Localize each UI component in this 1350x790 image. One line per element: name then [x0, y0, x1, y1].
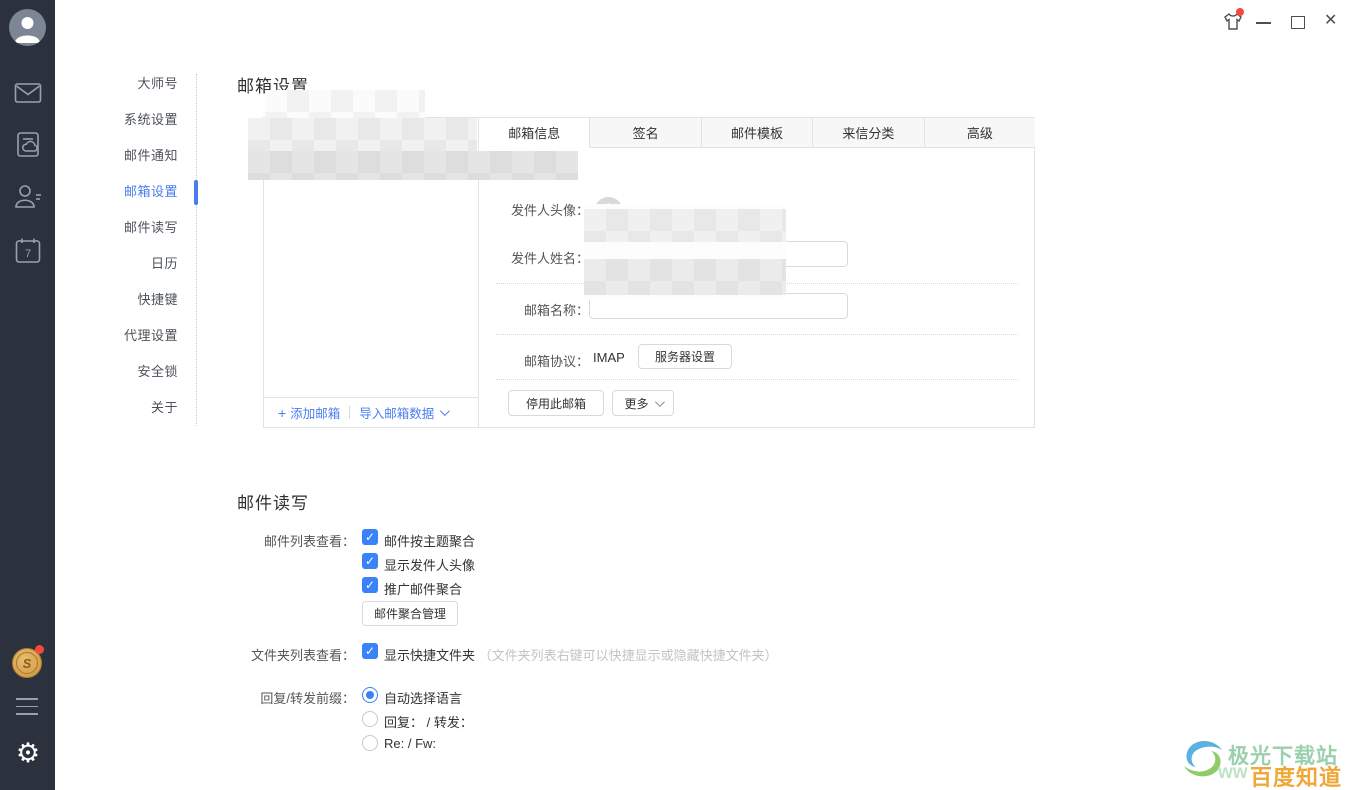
protocol-value: IMAP	[593, 350, 625, 365]
sender-name-label: 发件人姓名：	[479, 248, 589, 267]
prefix-label: 回复/转发前缀：	[237, 688, 355, 707]
nav-active-indicator	[194, 180, 198, 205]
list-view-label: 邮件列表查看：	[237, 531, 355, 550]
tab-signature[interactable]: 签名	[590, 118, 701, 148]
tab-mail-template[interactable]: 邮件模板	[702, 118, 813, 148]
radio-chinese-prefix[interactable]	[362, 711, 378, 727]
nav-item-shortcuts[interactable]: 快捷键	[55, 282, 196, 318]
checkbox-thread-aggregate[interactable]: ✓	[362, 529, 378, 545]
chevron-down-icon	[440, 406, 450, 416]
watermark-overlay-name: 百度知道	[1250, 760, 1342, 790]
nav-item-mail-notifications[interactable]: 邮件通知	[55, 138, 196, 174]
mail-icon[interactable]	[0, 82, 55, 104]
checkbox-label[interactable]: 邮件按主题聚合	[384, 531, 475, 550]
checkbox-quick-folders[interactable]: ✓	[362, 643, 378, 659]
chevron-down-icon	[654, 397, 664, 407]
server-settings-button[interactable]: 服务器设置	[638, 344, 732, 369]
folder-view-label: 文件夹列表查看：	[237, 645, 355, 664]
menu-icon[interactable]	[16, 698, 38, 721]
nav-item-master-account[interactable]: 大师号	[55, 66, 196, 102]
notes-cloud-icon[interactable]	[0, 131, 55, 159]
protocol-label: 邮箱协议：	[479, 351, 589, 370]
nav-item-proxy-settings[interactable]: 代理设置	[55, 318, 196, 354]
quick-folders-label[interactable]: 显示快捷文件夹	[384, 648, 475, 663]
radio-label[interactable]: 自动选择语言	[384, 688, 462, 707]
nav-item-system-settings[interactable]: 系统设置	[55, 102, 196, 138]
minimize-button[interactable]	[1256, 22, 1271, 24]
person-icon	[9, 9, 46, 46]
more-button[interactable]: 更多	[612, 390, 674, 416]
coin-notification-dot	[35, 645, 44, 654]
tab-incoming-classification[interactable]: 来信分类	[813, 118, 924, 148]
nav-divider	[196, 74, 197, 426]
add-mailbox-button[interactable]: + 添加邮箱	[278, 403, 340, 422]
plus-icon: +	[278, 405, 286, 421]
mailbox-tabs: 邮箱信息 签名 邮件模板 来信分类 高级	[479, 118, 1035, 148]
blurred-account-email	[248, 151, 578, 180]
checkbox-label[interactable]: 推广邮件聚合	[384, 579, 462, 598]
blurred-mailbox-name	[584, 259, 786, 295]
radio-label[interactable]: 回复： / 转发：	[384, 712, 473, 731]
blurred-account-row	[248, 118, 477, 151]
radio-label[interactable]: Re: / Fw:	[384, 736, 436, 751]
blurred-account-name	[265, 90, 425, 118]
row-divider	[496, 379, 1018, 380]
svg-text:7: 7	[24, 248, 30, 260]
settings-nav: 大师号 系统设置 邮件通知 邮箱设置 邮件读写 日历 快捷键 代理设置 安全锁 …	[55, 66, 196, 426]
readwrite-section-title: 邮件读写	[237, 489, 309, 514]
checkbox-label-with-hint: 显示快捷文件夹 （文件夹列表右键可以快捷显示或隐藏快捷文件夹）	[384, 645, 778, 664]
nav-item-mailbox-settings[interactable]: 邮箱设置	[55, 174, 196, 210]
close-button[interactable]: ✕	[1324, 13, 1337, 29]
theme-notification-dot	[1236, 8, 1244, 16]
sender-avatar-label: 发件人头像：	[479, 200, 589, 219]
radio-auto-language[interactable]	[362, 687, 378, 703]
maximize-button[interactable]	[1291, 16, 1305, 29]
footer-divider	[349, 406, 350, 419]
row-divider	[496, 334, 1018, 335]
watermark-site-name: 极光下载站	[1228, 740, 1338, 770]
calendar-icon[interactable]: 7	[0, 237, 55, 264]
aggregate-manage-button[interactable]: 邮件聚合管理	[362, 601, 458, 626]
account-list-footer: + 添加邮箱 导入邮箱数据	[264, 397, 478, 427]
tab-advanced[interactable]: 高级	[925, 118, 1035, 148]
nav-item-calendar[interactable]: 日历	[55, 246, 196, 282]
blurred-sender-name	[584, 209, 786, 242]
app-window: ✕	[0, 0, 1350, 790]
watermark-www: ww	[1218, 762, 1248, 784]
nav-item-about[interactable]: 关于	[55, 390, 196, 426]
user-avatar[interactable]	[9, 9, 46, 46]
checkbox-show-sender-avatar[interactable]: ✓	[362, 553, 378, 569]
import-mailbox-data-button[interactable]: 导入邮箱数据	[359, 403, 447, 422]
watermark-swirl-icon	[1178, 736, 1228, 782]
mailbox-name-label: 邮箱名称：	[479, 300, 589, 319]
settings-gear-icon[interactable]: ⚙	[12, 738, 44, 770]
checkbox-promo-aggregate[interactable]: ✓	[362, 577, 378, 593]
checkbox-label[interactable]: 显示发件人头像	[384, 555, 475, 574]
radio-english-prefix[interactable]	[362, 735, 378, 751]
contacts-icon[interactable]	[0, 183, 55, 209]
tab-mailbox-info[interactable]: 邮箱信息	[479, 118, 590, 148]
disable-mailbox-button[interactable]: 停用此邮箱	[508, 390, 604, 416]
nav-item-security-lock[interactable]: 安全锁	[55, 354, 196, 390]
app-rail: 7 S ⚙	[0, 0, 55, 790]
watermark: 极光下载站 ww 百度知道	[1178, 736, 1348, 788]
quick-folders-hint: （文件夹列表右键可以快捷显示或隐藏快捷文件夹）	[479, 648, 778, 663]
nav-item-mail-readwrite[interactable]: 邮件读写	[55, 210, 196, 246]
